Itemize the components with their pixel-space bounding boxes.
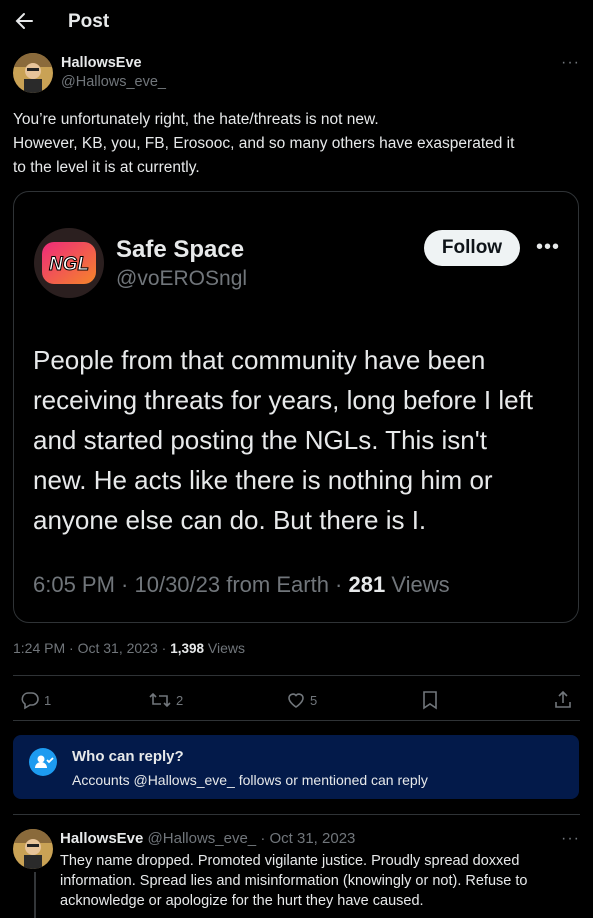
bookmark-action[interactable] [421, 688, 439, 712]
author-name[interactable]: HallowsEve [61, 55, 142, 71]
who-can-reply-title: Who can reply? [72, 748, 184, 765]
quoted-meta: 6:05 PM · 10/30/23 from Earth · 281 View… [33, 572, 450, 598]
reply-icon [21, 692, 39, 710]
divider [13, 814, 580, 815]
quoted-author-name[interactable]: Safe Space [116, 236, 244, 264]
reply-count: 1 [44, 692, 52, 708]
post-text: You’re unfortunately right, the hate/thr… [13, 108, 583, 180]
reply-restriction-icon [29, 748, 57, 776]
who-can-reply-subtitle: Accounts @Hallows_eve_ follows or mentio… [72, 772, 428, 788]
quoted-timestamp: 6:05 PM · 10/30/23 from Earth · [33, 572, 349, 597]
quoted-more-icon[interactable]: ••• [536, 236, 560, 259]
quoted-text-line: new. He acts like there is nothing him o… [33, 465, 493, 495]
thread-line [34, 872, 36, 918]
quoted-text-line: People from that community have been [33, 345, 486, 375]
post-meta: 1:24 PM · Oct 31, 2023 · 1,398 Views [13, 640, 245, 656]
reply-text-line: They name dropped. Promoted vigilante ju… [60, 853, 520, 869]
bookmark-icon [423, 691, 437, 710]
reply-text-line: acknowledge or apologize for the hurt th… [60, 893, 424, 909]
repost-count: 2 [176, 692, 184, 708]
quoted-views-label: Views [385, 572, 450, 597]
share-action[interactable] [553, 688, 573, 712]
back-arrow-icon[interactable] [14, 10, 34, 32]
more-options-icon[interactable]: ··· [561, 54, 580, 72]
post-views-label: Views [203, 640, 245, 656]
quoted-post-card[interactable]: NGL Safe Space @voEROSngl Follow ••• Peo… [13, 191, 579, 623]
quoted-text: People from that community have been rec… [33, 340, 573, 540]
share-icon [555, 690, 571, 708]
repost-icon [149, 692, 171, 708]
ngl-logo-text: NGL [49, 254, 89, 275]
heart-icon [288, 693, 304, 708]
post-views-count: 1,398 [170, 641, 204, 656]
quoted-text-line: receiving threats for years, long before… [33, 385, 534, 415]
ngl-avatar[interactable]: NGL [34, 228, 104, 298]
reply-author-name[interactable]: HallowsEve [60, 830, 143, 847]
like-count: 5 [310, 692, 318, 708]
author-avatar[interactable] [13, 53, 53, 93]
quoted-views-count: 281 [348, 572, 386, 597]
reply-text-line: information. Spread lies and misinformat… [60, 873, 528, 889]
reply-text: They name dropped. Promoted vigilante ju… [60, 851, 575, 911]
quoted-text-line: and started posting the NGLs. This isn't [33, 425, 487, 455]
post-text-line: However, KB, you, FB, Erosooc, and so ma… [13, 135, 515, 152]
reply-header: HallowsEve @Hallows_eve_ · Oct 31, 2023 [60, 830, 355, 847]
page-title: Post [68, 11, 110, 32]
divider [13, 675, 580, 676]
reply-handle-time[interactable]: @Hallows_eve_ · Oct 31, 2023 [143, 830, 356, 847]
like-action[interactable]: 5 [286, 688, 317, 712]
repost-action[interactable]: 2 [148, 688, 183, 712]
reply-author-avatar[interactable] [13, 829, 53, 869]
reply-more-icon[interactable]: ··· [561, 830, 580, 848]
quoted-text-line: anyone else can do. But there is I. [33, 505, 427, 535]
who-can-reply-banner: Who can reply? Accounts @Hallows_eve_ fo… [13, 735, 579, 799]
divider [13, 720, 580, 721]
author-handle[interactable]: @Hallows_eve_ [61, 74, 166, 90]
top-header: Post [0, 0, 593, 44]
quoted-author-handle[interactable]: @voEROSngl [116, 267, 247, 291]
post-text-line: You’re unfortunately right, the hate/thr… [13, 111, 379, 128]
post-timestamp[interactable]: 1:24 PM · Oct 31, 2023 · [13, 640, 170, 656]
post-text-line: to the level it is at currently. [13, 159, 200, 176]
reply-action[interactable]: 1 [20, 688, 51, 712]
follow-button[interactable]: Follow [424, 230, 520, 266]
